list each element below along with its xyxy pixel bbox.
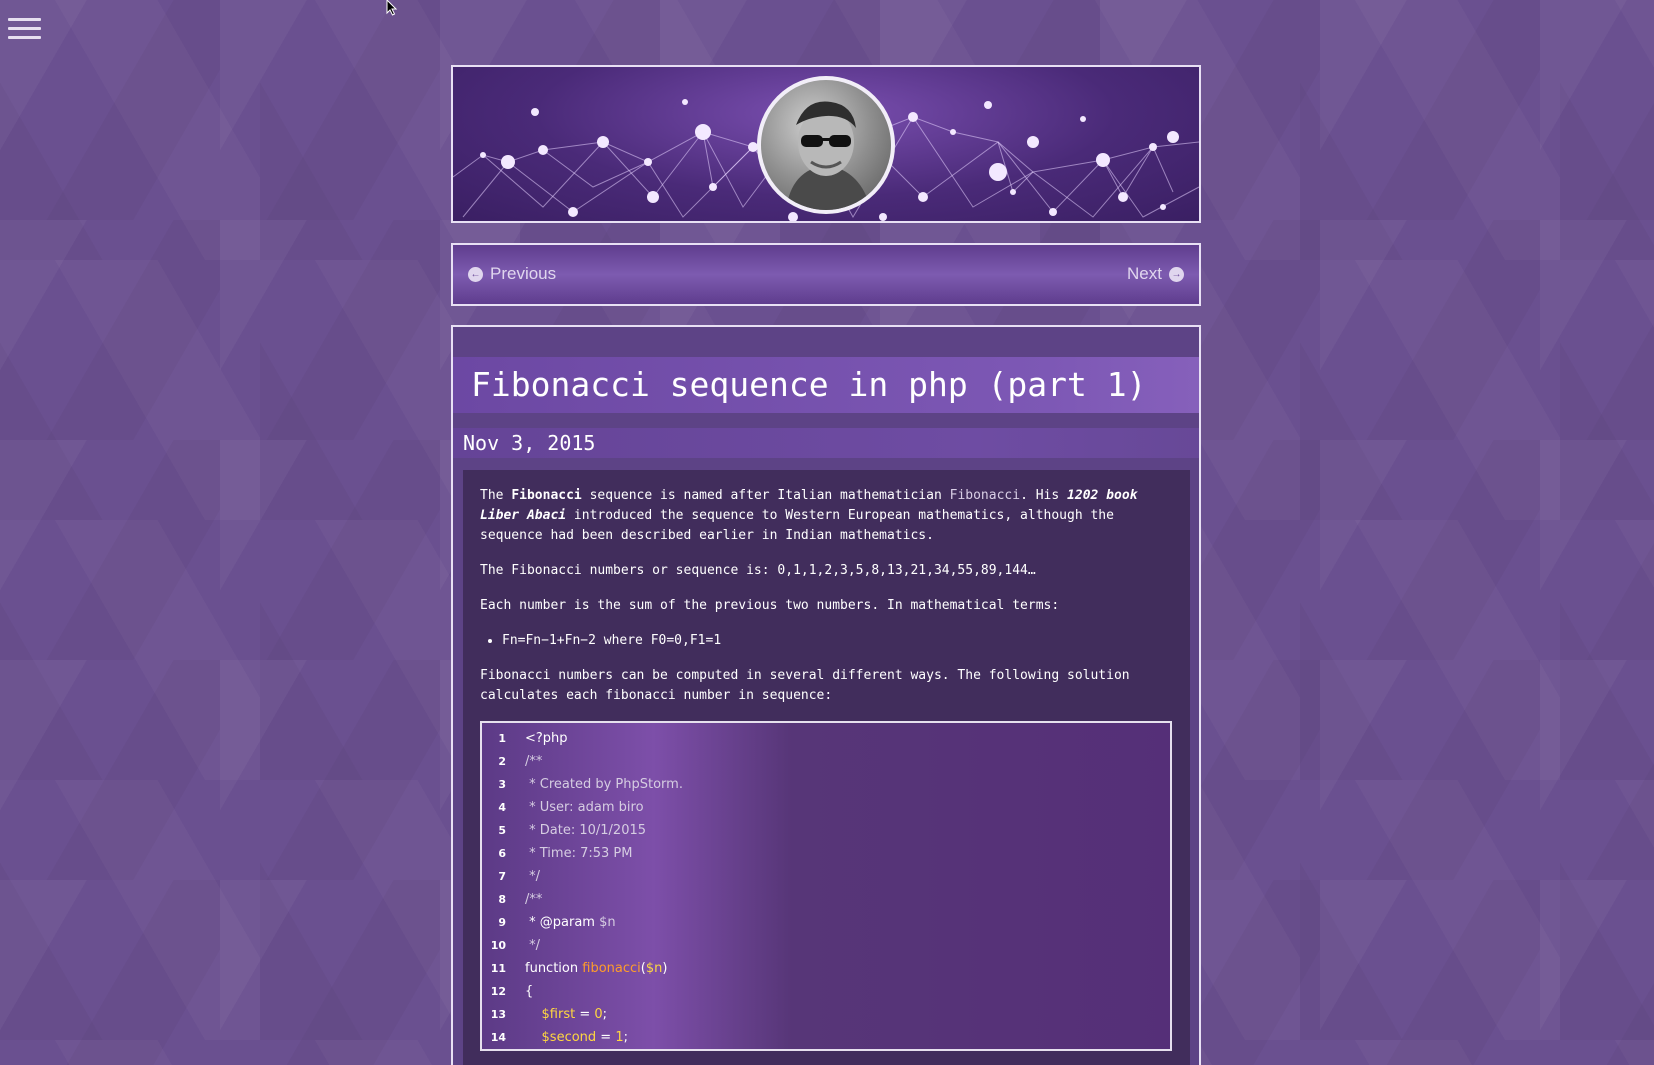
previous-label: Previous — [490, 264, 557, 283]
code-line: 3 * Created by PhpStorm. — [498, 776, 683, 792]
code-line: 6 * Time: 7:53 PM — [498, 845, 633, 861]
arrow-left-circle-icon: ← — [468, 266, 483, 282]
sequence-paragraph: The Fibonacci numbers or sequence is: 0,… — [480, 563, 1036, 578]
code-line: 1 <?php — [498, 730, 568, 746]
mouse-cursor-icon — [386, 0, 398, 16]
sum-paragraph: Each number is the sum of the previous t… — [480, 598, 1060, 613]
code-line: 2/** — [498, 753, 543, 769]
previous-button[interactable]: ← Previous — [468, 264, 556, 284]
code-line: 14 $second = 1; — [490, 1029, 629, 1045]
code-line: 11 function fibonacci($n) — [490, 960, 668, 976]
next-label: Next — [1127, 264, 1162, 283]
fibonacci-link[interactable]: Fibonacci — [950, 488, 1020, 503]
code-line: 7 */ — [498, 868, 541, 884]
author-avatar — [757, 76, 895, 214]
code-block[interactable]: 1 <?php 2/** 3 * Created by PhpStorm. 4 *… — [480, 721, 1172, 1051]
intro-paragraph: The Fibonacci sequence is named after It… — [480, 488, 1138, 543]
code-line: 13 $first = 0; — [490, 1006, 608, 1022]
header-banner — [451, 65, 1201, 223]
post-date: Nov 3, 2015 — [453, 428, 1199, 458]
code-line: 4 * User: adam biro — [498, 799, 644, 815]
code-line: 5 * Date: 10/1/2015 — [498, 822, 647, 838]
next-button[interactable]: Next → — [1127, 264, 1184, 284]
code-line: 12{ — [490, 983, 534, 999]
formula-list: Fn=Fn−1+Fn−2 where F0=0,F1=1 — [480, 631, 1173, 651]
arrow-right-circle-icon: → — [1169, 266, 1184, 282]
hamburger-menu-icon[interactable] — [8, 18, 41, 44]
code-line: 9 * @param $n — [498, 914, 616, 930]
code-line: 10 */ — [490, 937, 541, 953]
post-navigation: ← Previous Next → — [451, 243, 1201, 306]
code-line: 8/** — [498, 891, 543, 907]
post-card: Fibonacci sequence in php (part 1) Nov 3… — [451, 325, 1201, 1065]
post-title: Fibonacci sequence in php (part 1) — [453, 357, 1199, 413]
solution-paragraph: Fibonacci numbers can be computed in sev… — [480, 668, 1130, 703]
formula-item: Fn=Fn−1+Fn−2 where F0=0,F1=1 — [502, 631, 1173, 651]
post-content: The Fibonacci sequence is named after It… — [463, 470, 1190, 1065]
